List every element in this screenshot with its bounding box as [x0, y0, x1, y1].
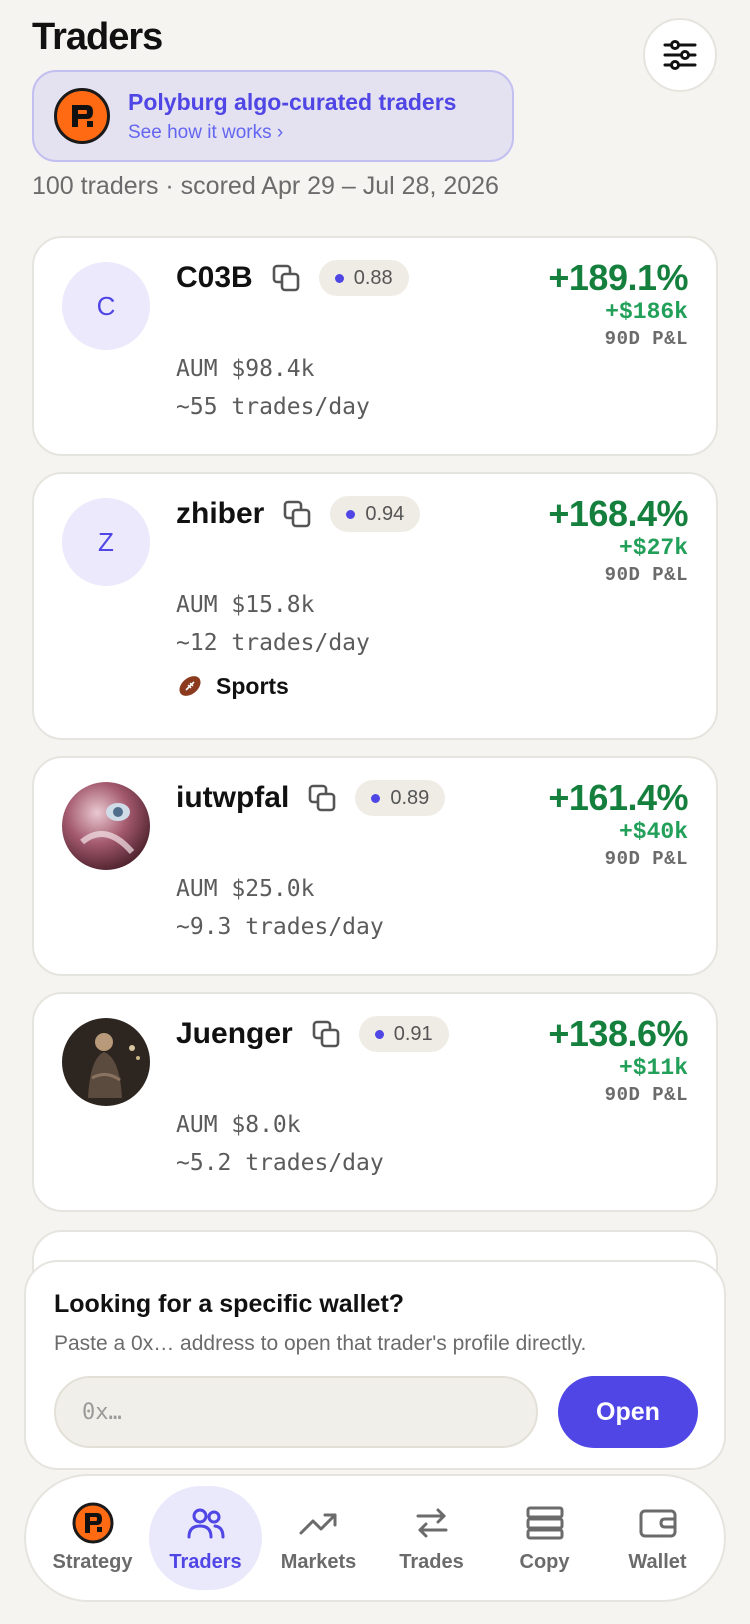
pnl-percent: +138.6% [548, 1013, 688, 1054]
score-dot-icon [346, 509, 356, 519]
nav-label: Traders [169, 1550, 242, 1573]
category-tag: Sports [176, 672, 289, 700]
trader-card[interactable]: C C03B 0.88 +189.1% +$186k 90D P&L AUM $… [32, 236, 718, 456]
pnl-usd: +$40k [618, 819, 688, 845]
pnl-percent: +161.4% [548, 777, 688, 818]
score-dot-icon [374, 1029, 384, 1039]
trader-name: iutwpfal [176, 781, 290, 814]
open-wallet-button[interactable]: Open [558, 1376, 698, 1448]
polyburg-logo-icon [72, 1502, 113, 1543]
nav-label: Strategy [52, 1550, 133, 1573]
avatar: Z [62, 498, 150, 586]
nav-item-traders[interactable]: Traders [149, 1486, 262, 1590]
trader-name: zhiber [176, 497, 265, 530]
curated-banner[interactable]: Polyburg algo-curated traders See how it… [32, 70, 514, 162]
score-value: 0.91 [393, 1022, 433, 1045]
pnl-usd: +$186k [605, 299, 688, 325]
category-label: Sports [216, 672, 289, 699]
pnl-percent: +189.1% [548, 257, 688, 298]
nav-item-wallet[interactable]: Wallet [601, 1486, 714, 1590]
page-title: Traders [32, 16, 163, 58]
copy-icon[interactable] [282, 499, 312, 529]
pnl-block: +168.4% +$27k 90D P&L [548, 494, 688, 588]
trending-up-icon [299, 1513, 336, 1534]
curated-title: Polyburg algo-curated traders [128, 88, 457, 115]
filter-button[interactable] [643, 18, 717, 92]
score-value: 0.88 [353, 266, 393, 289]
score-badge: 0.91 [358, 1016, 449, 1052]
trades-per-day: ~55 trades/day [176, 394, 370, 420]
nav-item-markets[interactable]: Markets [262, 1486, 375, 1590]
avatar: C [62, 262, 150, 350]
aum-text: AUM $8.0k [176, 1112, 301, 1138]
score-badge: 0.88 [318, 260, 409, 296]
copy-icon[interactable] [271, 263, 301, 293]
pnl-block: +161.4% +$40k 90D P&L [548, 778, 688, 872]
trader-name: C03B [176, 261, 253, 294]
polyburg-logo-icon [54, 88, 110, 144]
how-it-works-link[interactable]: See how it works › [128, 122, 456, 144]
copy-icon[interactable] [307, 783, 337, 813]
swap-arrows-icon [416, 1508, 447, 1537]
trader-card[interactable]: Z zhiber 0.94 +168.4% +$27k 90D P&L AUM … [32, 472, 718, 740]
aum-text: AUM $98.4k [176, 356, 315, 382]
copy-icon[interactable] [311, 1019, 341, 1049]
wallet-lookup-title: Looking for a specific wallet? [54, 1290, 405, 1318]
nav-label: Copy [519, 1550, 570, 1573]
score-value: 0.89 [390, 786, 430, 809]
nav-label: Trades [399, 1550, 464, 1573]
nav-item-trades[interactable]: Trades [375, 1486, 488, 1590]
nav-label: Wallet [628, 1550, 687, 1573]
score-dot-icon [334, 273, 344, 283]
users-icon [187, 1508, 224, 1538]
wallet-lookup-panel: Looking for a specific wallet? Paste a 0… [24, 1260, 726, 1470]
wallet-address-input[interactable] [54, 1376, 538, 1448]
pnl-label: 90D P&L [604, 1084, 688, 1106]
pnl-usd: +$11k [618, 1055, 688, 1081]
nav-label: Markets [280, 1550, 357, 1573]
sliders-icon [663, 40, 697, 70]
score-dot-icon [371, 793, 381, 803]
pnl-percent: +168.4% [548, 493, 688, 534]
pnl-block: +138.6% +$11k 90D P&L [548, 1014, 688, 1108]
pnl-label: 90D P&L [604, 564, 688, 586]
wallet-icon [639, 1509, 676, 1537]
pnl-block: +189.1% +$186k 90D P&L [548, 258, 688, 352]
score-value: 0.94 [365, 502, 405, 525]
trader-name: Juenger [176, 1017, 293, 1050]
server-stack-icon [526, 1506, 563, 1539]
pnl-label: 90D P&L [604, 328, 688, 350]
trades-per-day: ~9.3 trades/day [176, 914, 384, 940]
pnl-label: 90D P&L [604, 848, 688, 870]
nav-item-strategy[interactable]: Strategy [36, 1486, 149, 1590]
pnl-usd: +$27k [618, 535, 688, 561]
trader-card[interactable]: iutwpfal 0.89 +161.4% +$40k 90D P&L AUM … [32, 756, 718, 976]
avatar [62, 782, 150, 870]
aum-text: AUM $25.0k [176, 876, 315, 902]
aum-text: AUM $15.8k [176, 592, 315, 618]
trader-card[interactable]: Juenger 0.91 +138.6% +$11k 90D P&L AUM $… [32, 992, 718, 1212]
trades-per-day: ~5.2 trades/day [176, 1150, 384, 1176]
traders-summary: 100 traders · scored Apr 29 – Jul 28, 20… [32, 172, 499, 200]
nav-item-copy[interactable]: Copy [488, 1486, 601, 1590]
avatar [62, 1018, 150, 1106]
football-icon [179, 676, 201, 696]
trades-per-day: ~12 trades/day [176, 630, 370, 656]
score-badge: 0.89 [355, 780, 446, 816]
score-badge: 0.94 [330, 496, 421, 532]
bottom-nav: Strategy Traders Markets Trades Copy Wal… [24, 1474, 726, 1602]
wallet-lookup-description: Paste a 0x… address to open that trader'… [54, 1332, 587, 1355]
